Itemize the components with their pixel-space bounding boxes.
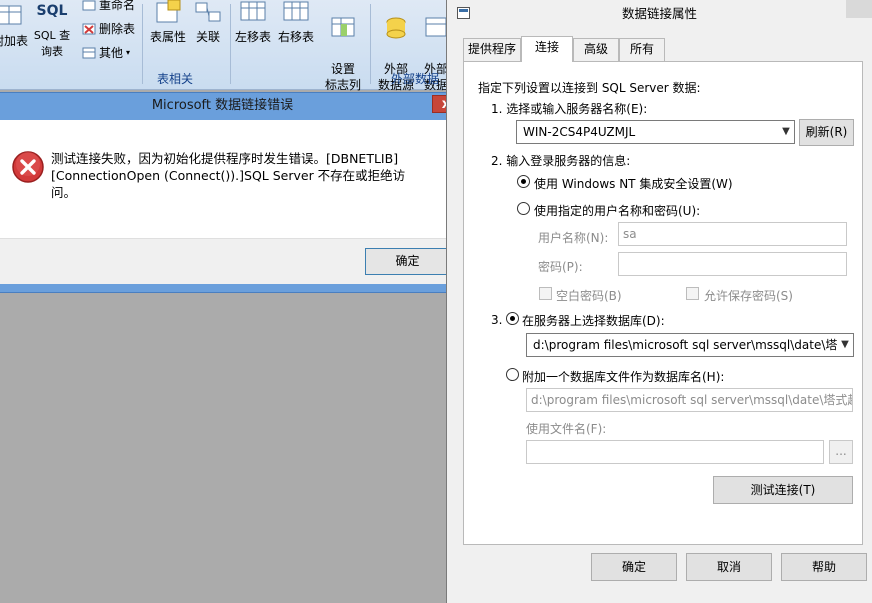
attach-db-radio[interactable] [506, 368, 519, 381]
save-password-label: 允许保存密码(S) [704, 289, 793, 303]
ribbon-move-left-label: 左移表 [234, 30, 271, 44]
windows-auth-label: 使用 Windows NT 集成安全设置(W) [534, 177, 733, 191]
ribbon-rename-label: 重命名 [99, 0, 136, 12]
table-properties-icon [156, 0, 181, 23]
password-field[interactable] [618, 252, 847, 276]
username-label: 用户名称(N): [538, 231, 609, 245]
ribbon-sql-query-label: SQL 查询表 [33, 29, 71, 58]
step1-label: 1. 选择或输入服务器名称(E): [491, 102, 648, 116]
select-db-label: 在服务器上选择数据库(D): [522, 314, 665, 328]
windows-auth-radio[interactable] [517, 175, 530, 188]
help-button[interactable]: 帮助 [781, 553, 867, 581]
ribbon-delete-table-button[interactable]: 删除表 [82, 20, 135, 37]
server-name-value: WIN-2CS4P4UZMJL [523, 125, 636, 139]
chevron-down-icon: ▼ [778, 121, 794, 143]
attach-db-path-field[interactable]: d:\program files\microsoft sql server\ms… [526, 388, 853, 412]
ribbon-delete-table-label: 删除表 [99, 22, 136, 36]
connection-tab-panel: 指定下列设置以连接到 SQL Server 数据: 1. 选择或输入服务器名称(… [463, 61, 863, 545]
blank-password-label: 空白密码(B) [556, 289, 622, 303]
test-connection-button[interactable]: 测试连接(T) [713, 476, 853, 504]
error-icon [12, 151, 44, 183]
database-value: d:\program files\microsoft sql server\ms… [533, 338, 838, 352]
error-dialog-footer: 确定 [0, 238, 458, 284]
ribbon-move-left-button[interactable]: 左移表 [233, 0, 273, 45]
ribbon-table-properties-button[interactable]: 表属性 [146, 0, 190, 45]
attach-table-icon [0, 5, 22, 25]
attach-db-label: 附加一个数据库文件作为数据库名(H): [522, 370, 725, 384]
database-icon [386, 17, 406, 39]
sql-auth-label: 使用指定的用户名称和密码(U): [534, 204, 701, 218]
error-dialog-title: Microsoft 数据链接错误 [151, 98, 294, 113]
chevron-down-icon: ▼ [837, 334, 853, 356]
browse-button[interactable]: ... [829, 440, 853, 464]
tab-provider[interactable]: 提供程序 [463, 38, 521, 61]
save-password-checkbox[interactable] [686, 287, 699, 300]
ribbon-other-button[interactable]: 其他 ▾ [82, 44, 130, 61]
ribbon-set-flag-column-label: 设置 标志列 [324, 62, 361, 92]
ribbon-attach-table-button[interactable]: 附加表 [0, 4, 30, 49]
select-db-radio[interactable] [506, 312, 519, 325]
relation-icon [195, 2, 221, 22]
ribbon-relation-button[interactable]: 关联 [190, 0, 226, 45]
cancel-button[interactable]: 取消 [686, 553, 772, 581]
delete-table-icon [82, 23, 96, 34]
chevron-down-icon: ▾ [126, 48, 131, 57]
ribbon-move-right-button[interactable]: 右移表 [275, 0, 317, 45]
ribbon-relation-label: 关联 [195, 30, 220, 44]
move-left-icon [240, 1, 266, 21]
server-name-combo[interactable]: WIN-2CS4P4UZMJL ▼ [516, 120, 795, 144]
error-dialog-body: 测试连接失败，因为初始化提供程序时发生错误。[DBNETLIB][Connect… [0, 120, 458, 284]
ribbon-table-properties-label: 表属性 [149, 30, 186, 44]
ok-button[interactable]: 确定 [591, 553, 677, 581]
ok-button[interactable]: 确定 [365, 248, 450, 275]
username-field[interactable]: sa [618, 222, 847, 246]
blank-password-checkbox[interactable] [539, 287, 552, 300]
sql-icon: SQL [36, 3, 68, 19]
flag-column-icon [331, 17, 355, 37]
ribbon-rename-button[interactable]: 重命名 [82, 0, 135, 13]
tab-advanced[interactable]: 高级 [573, 38, 619, 61]
sql-auth-radio[interactable] [517, 202, 530, 215]
rename-icon [82, 0, 96, 10]
ribbon-other-label: 其他 [99, 46, 124, 60]
database-combo[interactable]: d:\program files\microsoft sql server\ms… [526, 333, 854, 357]
move-right-icon [283, 1, 309, 21]
tab-all[interactable]: 所有 [619, 38, 665, 61]
ribbon-move-right-label: 右移表 [277, 30, 314, 44]
close-button[interactable] [846, 0, 872, 18]
error-message: 测试连接失败，因为初始化提供程序时发生错误。[DBNETLIB][Connect… [51, 151, 406, 200]
step2-label: 2. 输入登录服务器的信息: [491, 154, 631, 168]
ribbon-separator [370, 4, 371, 84]
refresh-button[interactable]: 刷新(R) [799, 119, 854, 146]
ribbon: 附加表 SQL SQL 查询表 重命名 删除表 其他 ▾ 表属性 关联 左移表 … [0, 0, 448, 92]
intro-text: 指定下列设置以连接到 SQL Server 数据: [478, 81, 701, 95]
ribbon-group-external: 外部数据 [390, 72, 439, 86]
other-table-icon [82, 47, 96, 58]
data-link-properties-dialog: 数据链接属性 提供程序 连接 高级 所有 指定下列设置以连接到 SQL Serv… [446, 0, 872, 603]
ribbon-group-table: 表相关 [156, 72, 193, 86]
ribbon-sql-query-button[interactable]: SQL SQL 查询表 [30, 0, 74, 60]
use-filename-label: 使用文件名(F): [526, 422, 607, 436]
filename-field[interactable] [526, 440, 824, 464]
error-dialog: Microsoft 数据链接错误 x 测试连接失败，因为初始化提供程序时发生错误… [0, 92, 465, 293]
step3-label: 3. [491, 313, 503, 327]
password-label: 密码(P): [538, 260, 583, 274]
dialog-titlebar: 数据链接属性 [447, 0, 872, 28]
tab-connection[interactable]: 连接 [521, 36, 573, 62]
dialog-title: 数据链接属性 [621, 6, 697, 21]
ribbon-attach-table-label: 附加表 [0, 34, 28, 48]
ribbon-separator [230, 4, 231, 84]
